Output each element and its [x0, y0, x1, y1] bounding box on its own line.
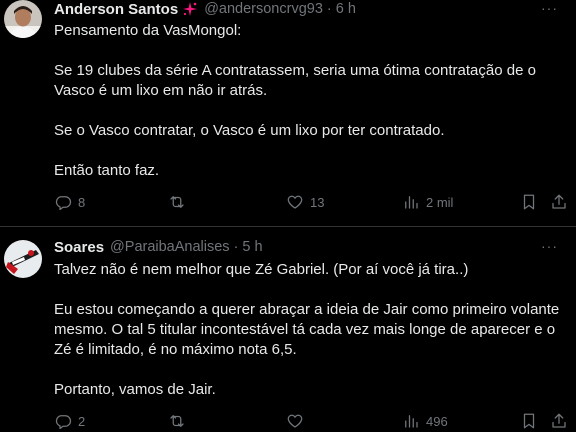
separator-dot: ·: [233, 239, 239, 255]
timestamp[interactable]: 5 h: [242, 239, 262, 255]
avatar-image: [4, 0, 42, 38]
like-button[interactable]: 13: [286, 192, 324, 212]
share-button[interactable]: [550, 192, 568, 212]
heart-icon: [287, 195, 303, 209]
timeline: Anderson Santos @andersoncrvg93 · 6 h ··…: [0, 0, 576, 432]
view-count: 496: [426, 413, 448, 429]
tweet-header: Soares @ParaibaAnalises · 5 h ···: [54, 238, 568, 256]
author-name[interactable]: Anderson Santos: [54, 1, 178, 18]
bookmark-icon: [523, 194, 535, 210]
more-options-icon[interactable]: ···: [541, 0, 558, 16]
author-handle[interactable]: @ParaibaAnalises: [110, 239, 230, 255]
tweet-text: Talvez não é nem melhor que Zé Gabriel. …: [54, 260, 566, 400]
tweet[interactable]: Soares @ParaibaAnalises · 5 h ··· Talvez…: [0, 227, 576, 432]
tweet-header: Anderson Santos @andersoncrvg93 · 6 h ··…: [54, 0, 568, 18]
tweet-actions: 8 13 2 mil: [54, 192, 566, 212]
avatar[interactable]: [4, 240, 42, 278]
reply-icon: [55, 415, 72, 430]
more-options-icon[interactable]: ···: [541, 238, 558, 254]
author-handle[interactable]: @andersoncrvg93: [204, 1, 323, 17]
bookmark-icon: [523, 413, 535, 429]
tweet-paragraph: Portanto, vamos de Jair.: [54, 381, 216, 398]
like-button[interactable]: [286, 411, 310, 431]
views-button[interactable]: 496: [402, 411, 448, 431]
like-count: 13: [310, 194, 325, 210]
retweet-icon: [170, 415, 184, 427]
avatar[interactable]: [4, 0, 42, 38]
tweet-paragraph: Então tanto faz.: [54, 162, 160, 179]
views-chart-icon: [405, 415, 418, 428]
tweet[interactable]: Anderson Santos @andersoncrvg93 · 6 h ··…: [0, 0, 576, 226]
view-count: 2 mil: [426, 194, 454, 210]
tweet-paragraph: Talvez não é nem melhor que Zé Gabriel. …: [54, 261, 469, 278]
timestamp[interactable]: 6 h: [336, 1, 356, 17]
bookmark-button[interactable]: [520, 411, 538, 431]
tweet-actions: 2 496: [54, 411, 566, 431]
views-button[interactable]: 2 mil: [402, 192, 453, 212]
bookmark-button[interactable]: [520, 192, 538, 212]
sparkle-badge-icon: [182, 1, 198, 17]
reply-button[interactable]: 8: [54, 192, 85, 212]
views-chart-icon: [405, 196, 418, 209]
share-icon: [552, 194, 566, 209]
retweet-icon: [170, 196, 184, 208]
tweet-text: Pensamento da VasMongol: Se 19 clubes da…: [54, 21, 566, 181]
tweet-paragraph: Se o Vasco contratar, o Vasco é um lixo …: [54, 122, 445, 139]
reply-count: 2: [78, 413, 86, 429]
avatar-image: [4, 240, 42, 278]
reply-icon: [55, 196, 72, 211]
reply-button[interactable]: 2: [54, 411, 85, 431]
separator-dot: ·: [326, 1, 332, 17]
reply-count: 8: [78, 194, 86, 210]
retweet-button[interactable]: [168, 411, 192, 431]
retweet-button[interactable]: [168, 192, 192, 212]
author-name[interactable]: Soares: [54, 239, 104, 256]
heart-icon: [287, 414, 303, 428]
tweet-paragraph: Eu estou começando a querer abraçar a id…: [54, 301, 560, 358]
share-button[interactable]: [550, 411, 568, 431]
tweet-paragraph: Se 19 clubes da série A contratassem, se…: [54, 62, 536, 99]
tweet-paragraph: Pensamento da VasMongol:: [54, 22, 242, 39]
share-icon: [552, 413, 566, 428]
